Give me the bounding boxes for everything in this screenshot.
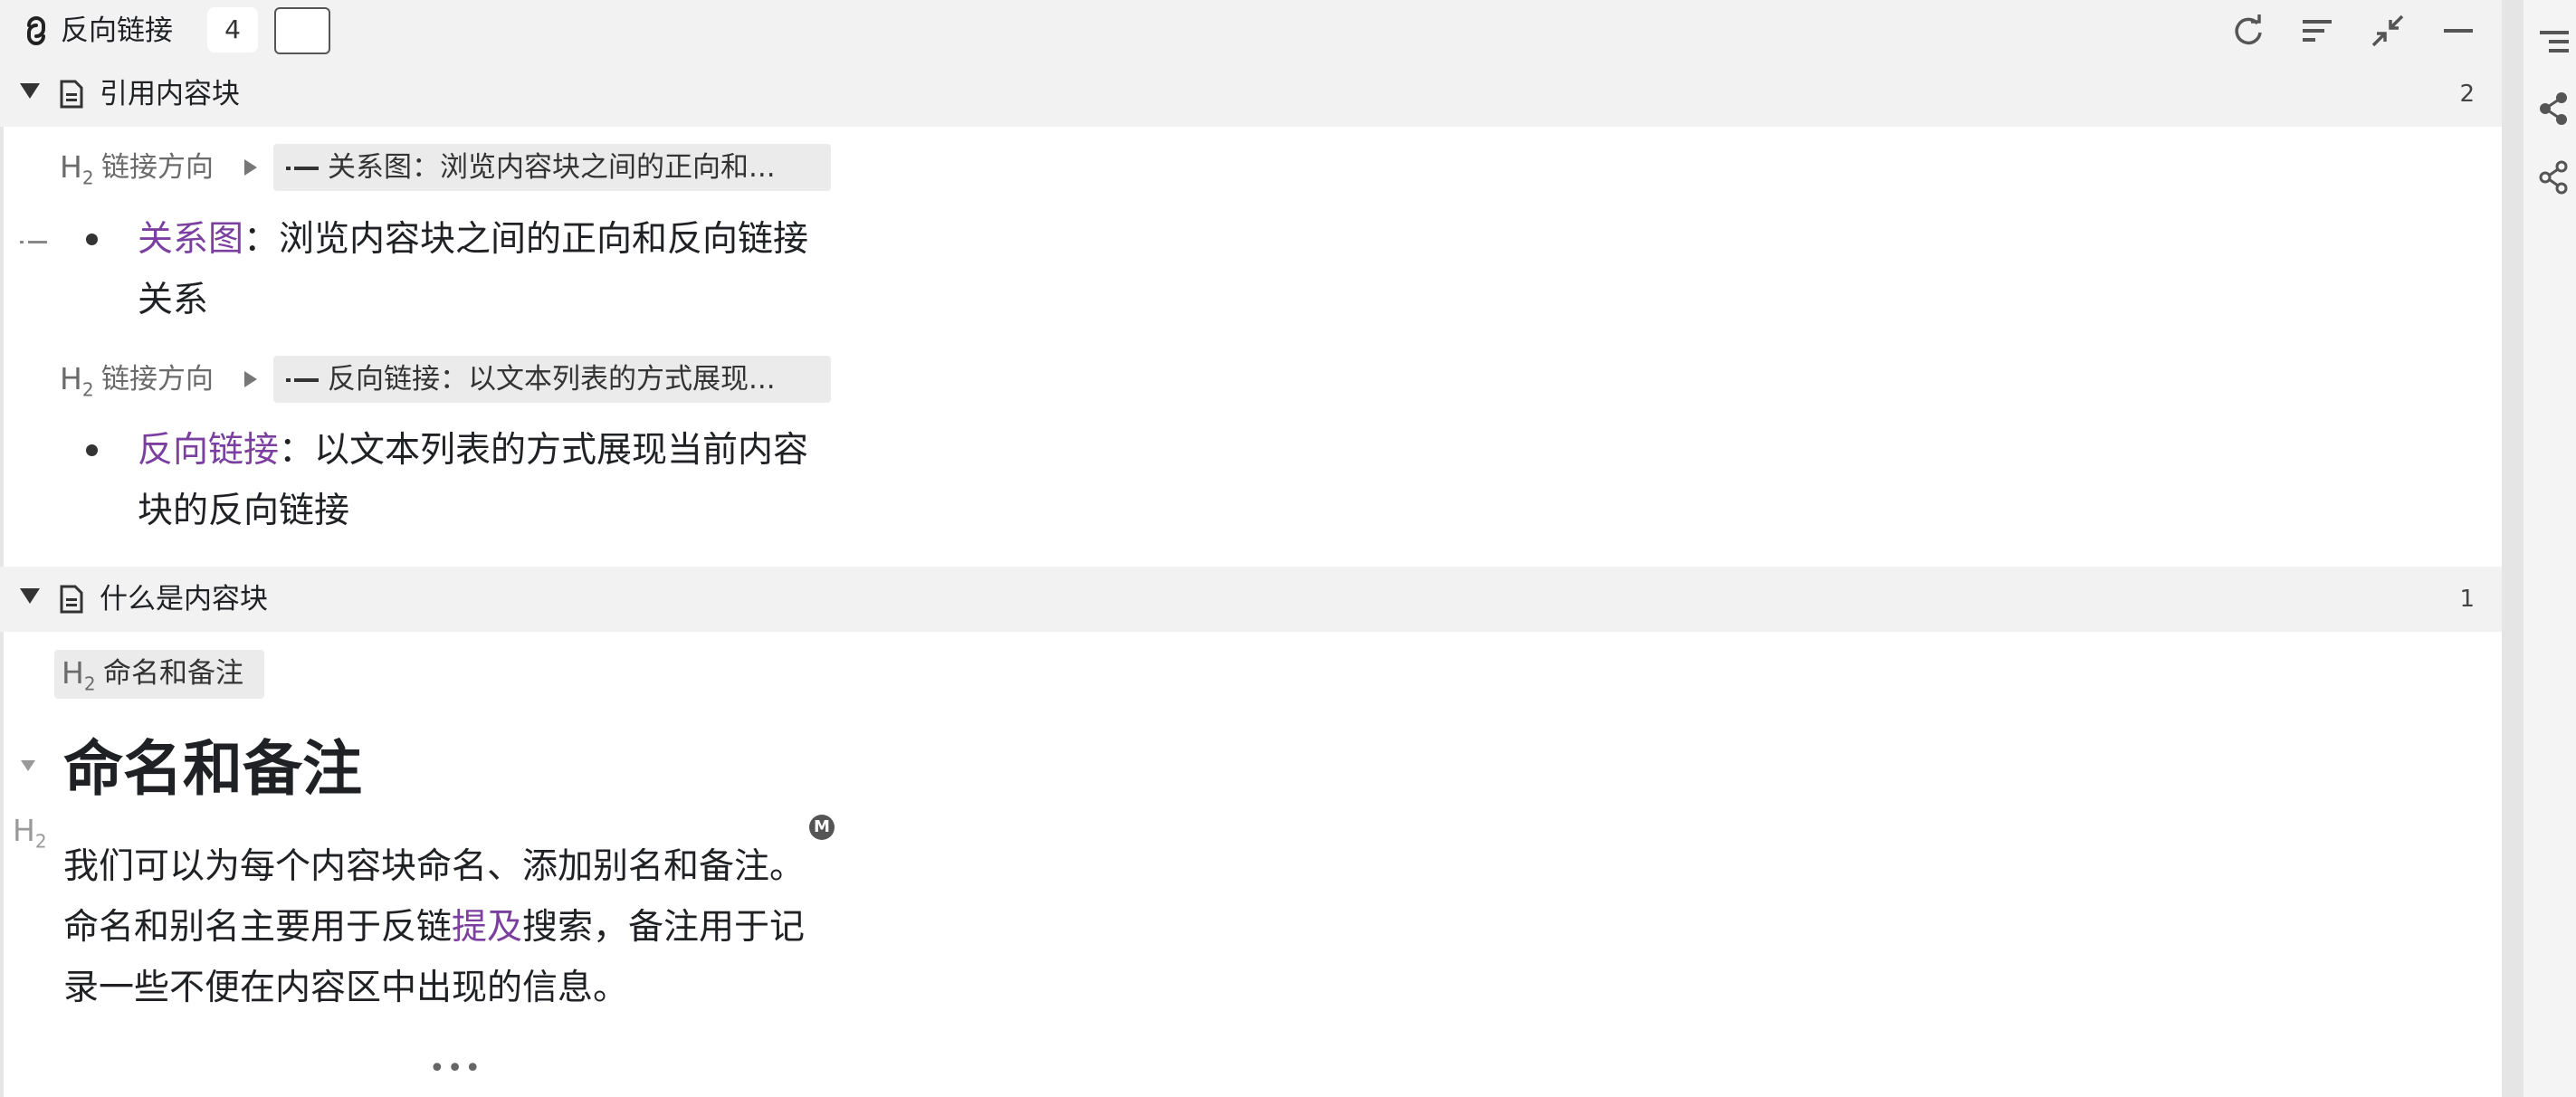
h2-icon: H2 <box>60 149 94 189</box>
breadcrumb: H2 链接方向 关系图：浏览内容块之间的正向和... <box>0 144 851 191</box>
list-item-icon <box>286 378 319 382</box>
outline-icon[interactable] <box>2536 25 2572 62</box>
global-graph-icon[interactable] <box>2536 159 2572 196</box>
breadcrumb-chip[interactable]: H2 命名和备注 <box>54 650 264 699</box>
section-count: 1 <box>2459 586 2475 613</box>
graph-icon[interactable] <box>2536 91 2572 127</box>
backlink-icon <box>27 16 45 45</box>
breadcrumb-chip[interactable]: 关系图：浏览内容块之间的正向和... <box>273 144 831 191</box>
h2-icon: H2 <box>62 655 96 695</box>
breadcrumb: H2 链接方向 反向链接：以文本列表的方式展现... <box>0 356 851 403</box>
more-icon[interactable]: ••• <box>429 1053 482 1084</box>
section-count: 2 <box>2459 81 2475 108</box>
scrollbar[interactable] <box>2502 0 2524 1097</box>
sort-icon[interactable] <box>2299 13 2335 49</box>
breadcrumb-label[interactable]: 链接方向 <box>101 146 214 189</box>
breadcrumb-arrow-icon <box>244 371 257 387</box>
fold-caret-icon[interactable] <box>21 760 35 771</box>
breadcrumb-arrow-icon <box>244 159 257 176</box>
breadcrumb-chip-text: 关系图：浏览内容块之间的正向和... <box>328 151 776 184</box>
section-title: 引用内容块 <box>100 78 240 110</box>
breadcrumb-chip[interactable]: 反向链接：以文本列表的方式展现... <box>273 356 831 403</box>
breadcrumb-chip-text: 命名和备注 <box>103 657 243 690</box>
block-ref-link[interactable]: 关系图 <box>138 219 243 260</box>
block-ref-link[interactable]: 反向链接 <box>138 430 279 471</box>
list-item-icon <box>286 167 319 170</box>
block-drag-icon[interactable] <box>20 240 47 245</box>
caret-down-icon[interactable] <box>20 588 40 604</box>
panel-title: 反向链接 <box>61 14 173 47</box>
list-item: 关系图：浏览内容块之间的正向和反向链接 关系 <box>138 219 809 320</box>
backlinks-panel: 反向链接 4 引用内容块 2 H2 链接方向 关系图：浏览内容块之间的正向和..… <box>0 0 2502 1097</box>
collapse-icon[interactable] <box>2370 13 2406 49</box>
list-item: 反向链接：以文本列表的方式展现当前内容 块的反向链接 <box>138 430 809 531</box>
caret-down-icon[interactable] <box>20 83 40 99</box>
section-header-ref-blocks[interactable]: 引用内容块 2 <box>0 62 2502 127</box>
list-bullet[interactable] <box>86 234 98 245</box>
depth-input[interactable] <box>274 7 330 54</box>
minimize-icon[interactable] <box>2440 13 2476 49</box>
block-heading: 命名和备注 <box>63 734 362 804</box>
section-title: 什么是内容块 <box>100 583 268 615</box>
refresh-icon[interactable] <box>2230 13 2266 49</box>
right-dock <box>2524 0 2576 1097</box>
paragraph: 我们可以为每个内容块命名、添加别名和备注。 命名和别名主要用于反链提及搜索，备注… <box>63 846 806 1008</box>
section-header-what-is-block[interactable]: 什么是内容块 1 <box>0 567 2502 632</box>
backlink-count: 4 <box>207 7 258 52</box>
panel-toolbar: 反向链接 4 <box>0 0 2502 62</box>
h2-gutter-icon[interactable]: H2 <box>13 809 47 863</box>
document-icon <box>60 80 83 109</box>
breadcrumb-label[interactable]: 链接方向 <box>101 358 214 401</box>
mention-link[interactable]: 提及 <box>452 907 522 948</box>
h2-icon: H2 <box>60 361 94 401</box>
list-bullet[interactable] <box>86 444 98 456</box>
document-icon <box>60 585 83 614</box>
breadcrumb-chip-text: 反向链接：以文本列表的方式展现... <box>328 363 776 396</box>
